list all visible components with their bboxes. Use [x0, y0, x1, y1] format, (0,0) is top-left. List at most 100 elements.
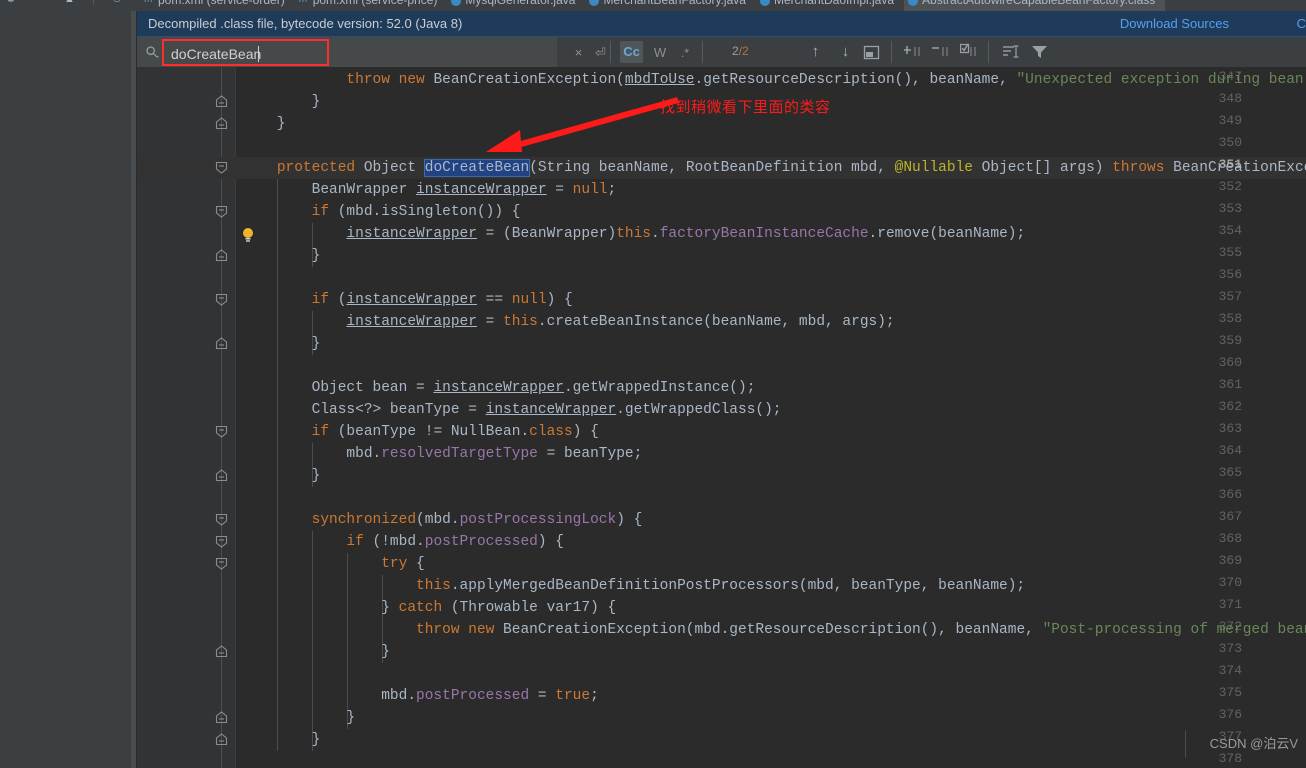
editor-tab-5-active[interactable]: AbstractAutowireCapableBeanFactory.class	[904, 0, 1166, 11]
find-next-icon[interactable]: ↓	[837, 43, 854, 60]
toolbar-divider	[702, 41, 703, 63]
fold-end-icon[interactable]	[215, 645, 228, 658]
preview-pane-icon[interactable]	[863, 44, 880, 61]
java-class-icon	[908, 0, 919, 6]
editor-tab-1[interactable]: m pom.xml (service-price)	[295, 0, 448, 11]
close-icon[interactable]: ×	[570, 44, 587, 61]
text-caret	[258, 46, 259, 62]
whole-words-toggle[interactable]: W	[650, 44, 670, 61]
search-input[interactable]: doCreateBean	[162, 39, 329, 66]
decompiled-class-banner: Decompiled .class file, bytecode version…	[137, 11, 1306, 37]
fold-end-icon[interactable]	[215, 711, 228, 724]
find-previous-icon[interactable]: ↑	[807, 43, 824, 60]
editor-tab-0[interactable]: m pom.xml (service-order)	[140, 0, 295, 11]
code-line[interactable]: throw new BeanCreationException(mbd.getR…	[242, 619, 1306, 641]
java-class-icon	[759, 0, 770, 6]
fold-end-icon[interactable]	[215, 95, 228, 108]
code-line[interactable]: }	[242, 729, 321, 751]
code-editor[interactable]: 347 348 349 350 351 352 353 354 355 356 357 358 359 3…	[137, 67, 1306, 768]
fold-start-icon[interactable]	[215, 205, 228, 218]
left-tool-window[interactable]	[0, 11, 131, 768]
main-toolbar: ⚙ ━ ▲ | ☉ m pom.xml (service-order) m po…	[0, 0, 1306, 11]
editor-tab-label: pom.xml (service-order)	[158, 0, 285, 7]
fold-end-icon[interactable]	[215, 249, 228, 262]
maven-icon: m	[299, 0, 309, 5]
regex-toggle[interactable]: .*	[675, 45, 695, 62]
code-line[interactable]: }	[242, 91, 321, 113]
match-case-toggle[interactable]: Cc	[620, 41, 643, 63]
fold-end-icon[interactable]	[215, 733, 228, 746]
code-line[interactable]: }	[242, 641, 390, 663]
code-line[interactable]: if (!mbd.postProcessed) {	[242, 531, 564, 553]
code-line[interactable]: synchronized(mbd.postProcessingLock) {	[242, 509, 643, 531]
find-input-container[interactable]: doCreateBean	[137, 37, 557, 67]
code-line[interactable]: instanceWrapper = (BeanWrapper)this.fact…	[242, 223, 1025, 245]
code-line[interactable]: protected Object doCreateBean(String bea…	[242, 157, 1306, 179]
download-sources-link[interactable]: Download Sources	[1120, 16, 1229, 31]
editor-tab-strip[interactable]: m pom.xml (service-order) m pom.xml (ser…	[140, 0, 1306, 11]
fold-end-icon[interactable]	[215, 337, 228, 350]
fold-start-icon[interactable]	[215, 535, 228, 548]
editor-tab-label: MysqlGenerator.java	[465, 0, 576, 7]
watermark-label: CSDN @泊云V	[1209, 736, 1298, 751]
search-in-selection-icon[interactable]	[1002, 43, 1022, 60]
upload-icon[interactable]: ▲	[64, 0, 75, 5]
code-line[interactable]: instanceWrapper = this.createBeanInstanc…	[242, 311, 894, 333]
code-line[interactable]: if (mbd.isSingleton()) {	[242, 201, 521, 223]
code-line[interactable]: this.applyMergedBeanDefinitionPostProces…	[242, 575, 1025, 597]
choose-sources-link[interactable]: C	[1297, 16, 1306, 31]
code-line[interactable]: }	[242, 113, 286, 135]
fold-start-icon[interactable]	[215, 513, 228, 526]
java-class-icon	[589, 0, 600, 6]
editor-tab-label: AbstractAutowireCapableBeanFactory.class	[922, 0, 1156, 7]
search-input-value: doCreateBean	[171, 46, 262, 62]
editor-tab-3[interactable]: MerchantBeanFactory.java	[585, 0, 756, 11]
editor-tab-4[interactable]: MerchantDaoImpl.java	[756, 0, 904, 11]
code-line[interactable]: } catch (Throwable var17) {	[242, 597, 616, 619]
minimize-icon[interactable]: ━	[34, 0, 41, 5]
fold-start-icon[interactable]	[215, 161, 228, 174]
search-icon[interactable]	[145, 45, 159, 59]
fold-start-icon[interactable]	[215, 293, 228, 306]
editor-tab-2[interactable]: MysqlGenerator.java	[447, 0, 585, 11]
remove-selection-icon[interactable]	[931, 43, 954, 60]
match-count-label: 2/2	[732, 44, 749, 58]
code-line[interactable]: try {	[242, 553, 425, 575]
code-text[interactable]: throw new BeanCreationException(mbdToUse…	[236, 67, 1306, 768]
fold-end-icon[interactable]	[215, 469, 228, 482]
editor-tab-label: pom.xml (service-price)	[312, 0, 438, 7]
code-line[interactable]: if (instanceWrapper == null) {	[242, 289, 573, 311]
fold-start-icon[interactable]	[215, 425, 228, 438]
code-line[interactable]: if (beanType != NullBean.class) {	[242, 421, 599, 443]
maven-icon: m	[144, 0, 154, 5]
watermark-divider	[1185, 730, 1186, 758]
add-selection-icon[interactable]	[903, 43, 926, 60]
code-line[interactable]: mbd.resolvedTargetType = beanType;	[242, 443, 642, 465]
toolbar-divider	[891, 41, 892, 63]
code-line[interactable]: mbd.postProcessed = true;	[242, 685, 599, 707]
new-line-icon[interactable]: ⏎	[592, 44, 609, 61]
banner-message: Decompiled .class file, bytecode version…	[148, 16, 463, 31]
toolbar-divider	[988, 41, 989, 63]
java-class-icon	[451, 0, 462, 6]
search-everywhere-icon[interactable]: ☉	[112, 0, 122, 5]
fold-start-icon[interactable]	[215, 557, 228, 570]
fold-end-icon[interactable]	[215, 117, 228, 130]
code-line[interactable]: }	[242, 333, 321, 355]
debug-icon[interactable]: ⚙	[6, 0, 16, 5]
editor-tab-label: MerchantDaoImpl.java	[773, 0, 895, 7]
toolbar-divider: |	[92, 0, 95, 5]
code-line[interactable]: }	[242, 707, 355, 729]
code-line[interactable]: Class<?> beanType = instanceWrapper.getW…	[242, 399, 782, 421]
toolbar-divider	[610, 41, 611, 63]
code-line[interactable]: throw new BeanCreationException(mbdToUse…	[242, 69, 1306, 91]
editor-tab-label: MerchantBeanFactory.java	[603, 0, 746, 7]
select-all-occurrences-icon[interactable]	[959, 43, 982, 60]
code-line[interactable]: BeanWrapper instanceWrapper = null;	[242, 179, 617, 201]
code-line[interactable]: Object bean = instanceWrapper.getWrapped…	[242, 377, 756, 399]
code-line[interactable]: }	[242, 245, 321, 267]
annotation-text: 找到稍微看下里面的类容	[660, 99, 831, 116]
find-toolbar: doCreateBean × ⏎ Cc W .* 2/2 ↑ ↓	[137, 37, 1306, 67]
filter-icon[interactable]	[1030, 43, 1050, 60]
code-line[interactable]: }	[242, 465, 321, 487]
